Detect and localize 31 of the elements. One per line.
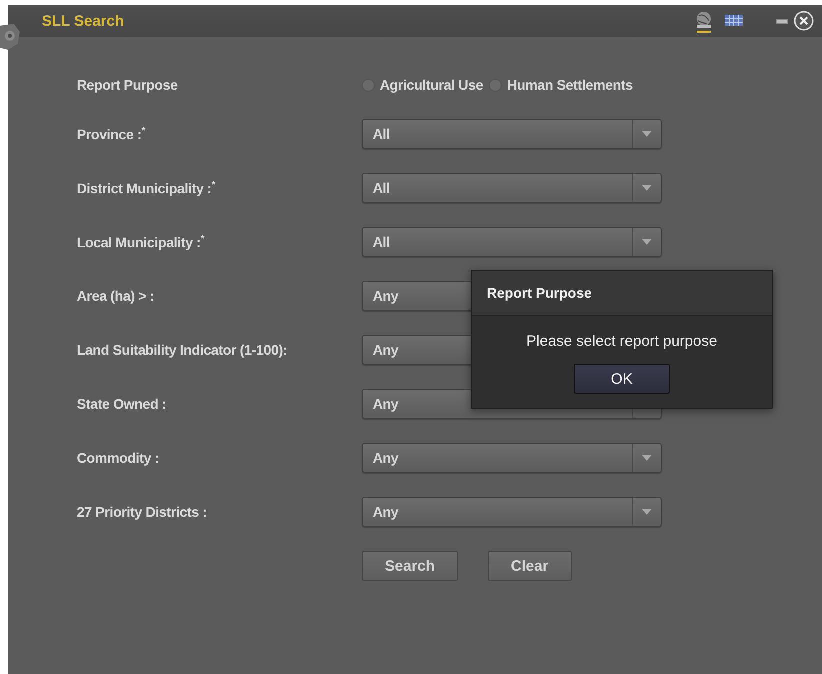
dialog-title: Report Purpose — [472, 271, 772, 316]
field-label: Report Purpose — [77, 77, 179, 93]
radio-option[interactable]: Human Settlements — [489, 77, 633, 93]
minimize-icon[interactable] — [776, 18, 788, 24]
dialog-message: Please select report purpose — [526, 333, 718, 350]
globe-icon[interactable] — [694, 11, 714, 29]
window-title: SLL Search — [42, 12, 124, 30]
dropdown-arrow-icon — [642, 185, 652, 191]
dropdown-arrow-icon — [642, 455, 652, 461]
field-label: Local Municipality :$^{*}$ — [77, 234, 206, 250]
dropdown[interactable]: Any — [362, 443, 662, 473]
dropdown[interactable]: All — [362, 227, 662, 257]
radio-option[interactable]: Agricultural Use — [362, 77, 484, 93]
gear-icon — [0, 22, 22, 52]
dropdown-arrow-icon — [642, 509, 652, 515]
search-button[interactable]: Search — [362, 551, 458, 581]
field-label: State Owned : — [77, 396, 168, 412]
close-icon[interactable] — [794, 11, 814, 31]
ok-button[interactable]: OK — [574, 364, 670, 394]
field-label: District Municipality :$^{*}$ — [77, 180, 216, 196]
clear-button[interactable]: Clear — [488, 551, 572, 581]
dropdown-arrow-icon — [642, 239, 652, 245]
dropdown[interactable]: All — [362, 173, 662, 203]
dropdown[interactable]: All — [362, 119, 662, 149]
field-label: Commodity : — [77, 450, 160, 466]
field-label: Land Suitability Indicator (1-100): — [77, 342, 288, 358]
dropdown-arrow-icon — [642, 131, 652, 137]
dropdown[interactable]: Any — [362, 497, 662, 527]
field-label: 27 Priority Districts : — [77, 504, 208, 520]
field-label: Province :$^{*}$ — [77, 126, 146, 142]
field-label: Area (ha) > : — [77, 288, 156, 304]
